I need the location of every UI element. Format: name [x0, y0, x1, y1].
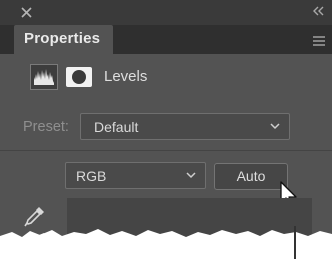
panel-menu-icon[interactable] [313, 36, 325, 46]
preset-label: Preset: [23, 119, 69, 135]
section-divider [0, 150, 332, 151]
preset-dropdown[interactable]: Default [80, 113, 290, 140]
adjustment-title: Levels [104, 68, 148, 85]
tab-properties-label: Properties [24, 30, 101, 47]
layer-mask-icon[interactable] [65, 66, 93, 88]
callout-pointer-line [294, 226, 296, 259]
preset-value: Default [94, 119, 139, 135]
channel-value: RGB [76, 168, 107, 184]
channel-dropdown[interactable]: RGB [65, 162, 206, 189]
tab-properties[interactable]: Properties [14, 25, 113, 54]
double-chevron-left-icon[interactable] [312, 6, 324, 16]
close-icon[interactable] [21, 7, 32, 18]
torn-paper-edge [0, 229, 332, 259]
chevron-down-icon [270, 123, 280, 130]
auto-button[interactable]: Auto [214, 163, 288, 190]
levels-histogram-icon[interactable] [30, 64, 58, 90]
chevron-down-icon [186, 172, 196, 179]
panel-title-bar [0, 0, 332, 25]
